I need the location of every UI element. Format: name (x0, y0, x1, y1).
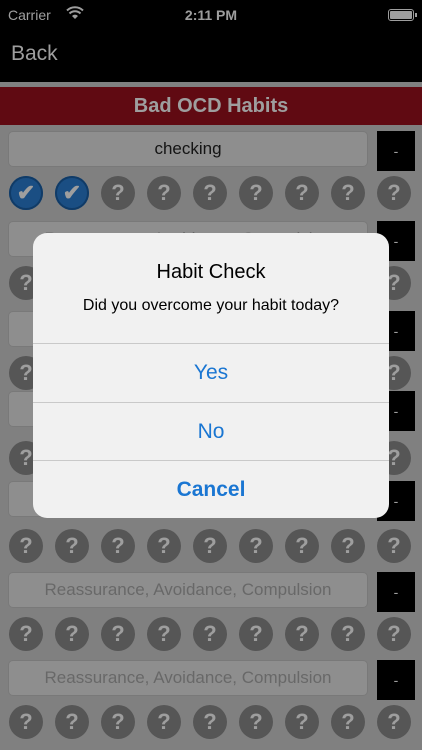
habit-check-dialog: Habit Check Did you overcome your habit … (33, 233, 389, 518)
dialog-title: Habit Check (156, 261, 266, 283)
dialog-message: Did you overcome your habit today? (82, 297, 340, 314)
modal-overlay: Habit Check Did you overcome your habit … (0, 0, 422, 750)
cancel-button[interactable]: Cancel (33, 461, 389, 518)
yes-button[interactable]: Yes (33, 344, 389, 402)
no-button[interactable]: No (33, 403, 389, 461)
